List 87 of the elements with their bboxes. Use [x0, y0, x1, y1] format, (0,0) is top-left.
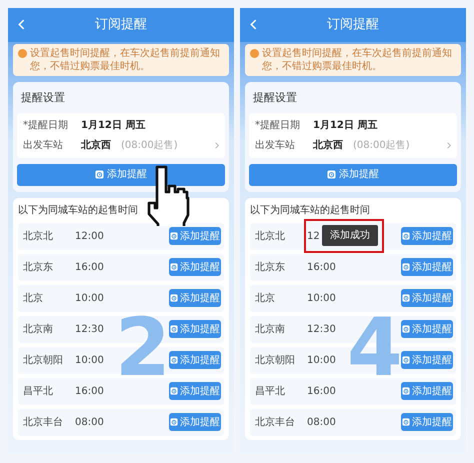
- field-value: 1月12日 周五: [313, 118, 378, 132]
- alarm-icon: [170, 232, 178, 240]
- page-title: 订阅提醒: [95, 16, 147, 34]
- add-reminder-button[interactable]: 添加提醒: [17, 164, 225, 186]
- add-reminder-button[interactable]: 添加提醒: [401, 351, 453, 369]
- alarm-icon: [170, 325, 178, 333]
- back-icon[interactable]: [18, 19, 25, 30]
- step-number: 2: [115, 308, 171, 388]
- station-name: 北京朝阳: [255, 354, 296, 368]
- alarm-icon: [402, 356, 410, 364]
- station-name: 昌平北: [23, 384, 54, 398]
- section-heading: 以下为同城车站的起售时间: [250, 204, 371, 218]
- field-label: 出发车站: [23, 138, 64, 152]
- station-name: 北京北: [23, 230, 54, 244]
- info-icon: [18, 49, 27, 58]
- field-value: 1月12日 周五: [81, 118, 146, 132]
- add-reminder-button[interactable]: 添加提醒: [401, 227, 453, 245]
- add-reminder-button[interactable]: 添加提醒: [401, 320, 453, 338]
- station-name: 北京丰台: [255, 416, 296, 430]
- station-name: 昌平北: [255, 384, 286, 398]
- field-value: 北京西: [313, 138, 343, 152]
- section-heading: 提醒设置: [252, 90, 298, 106]
- field-label: *提醒日期: [255, 118, 301, 132]
- add-reminder-button[interactable]: 添加提醒: [169, 351, 221, 369]
- sale-time: 12:30: [75, 322, 104, 336]
- notice-text: 设置起售时间提醒，在车次起售前提前通知您，不错过购票最佳时机。: [30, 47, 221, 73]
- station-name: 北京: [23, 292, 44, 306]
- station-name: 北京丰台: [23, 416, 64, 430]
- station-name: 北京东: [23, 260, 54, 274]
- success-toast: 添加成功: [322, 225, 378, 246]
- sale-time: 08:00: [75, 416, 104, 430]
- alarm-icon: [170, 387, 178, 395]
- add-reminder-button[interactable]: 添加提醒: [401, 413, 453, 431]
- field-label: *提醒日期: [23, 118, 69, 132]
- field-label: 出发车站: [255, 138, 296, 152]
- station-name: 北京南: [23, 322, 54, 336]
- station-name: 北京南: [255, 322, 286, 336]
- sale-time: 10:00: [75, 292, 104, 306]
- field-hint: (08:00起售): [121, 138, 178, 152]
- step-number: 4: [347, 308, 403, 388]
- sale-time: 12:00: [75, 230, 104, 244]
- alarm-icon: [170, 263, 178, 271]
- alarm-icon: [402, 418, 410, 426]
- alarm-icon: [95, 170, 104, 179]
- alarm-icon: [402, 325, 410, 333]
- add-reminder-button[interactable]: 添加提醒: [169, 413, 221, 431]
- add-reminder-button[interactable]: 添加提醒: [401, 289, 453, 307]
- station-name: 北京: [255, 292, 276, 306]
- sale-time: 08:00: [307, 416, 336, 430]
- add-reminder-button[interactable]: 添加提醒: [249, 164, 457, 186]
- alarm-icon: [170, 418, 178, 426]
- sale-time: 10:00: [307, 354, 336, 368]
- chevron-right-icon[interactable]: [215, 142, 219, 148]
- sale-time: 10:00: [75, 354, 104, 368]
- sale-time: 16:00: [307, 384, 336, 398]
- field-value: 北京西: [81, 138, 111, 152]
- add-reminder-button[interactable]: 添加提醒: [169, 289, 221, 307]
- alarm-icon: [402, 232, 410, 240]
- sale-time: 16:00: [75, 260, 104, 274]
- field-hint: (08:00起售): [353, 138, 410, 152]
- sale-time: 16:00: [307, 260, 336, 274]
- notice-text: 设置起售时间提醒，在车次起售前提前通知您，不错过购票最佳时机。: [262, 47, 453, 73]
- sale-time: 12:30: [307, 322, 336, 336]
- station-name: 北京朝阳: [23, 354, 64, 368]
- alarm-icon: [170, 294, 178, 302]
- station-name: 北京北: [255, 230, 286, 244]
- station-name: 北京东: [255, 260, 286, 274]
- back-icon[interactable]: [250, 19, 257, 30]
- alarm-icon: [170, 356, 178, 364]
- add-reminder-button[interactable]: 添加提醒: [169, 320, 221, 338]
- page-title: 订阅提醒: [327, 16, 379, 34]
- section-heading: 以下为同城车站的起售时间: [18, 204, 139, 218]
- alarm-icon: [402, 294, 410, 302]
- alarm-icon: [402, 387, 410, 395]
- add-reminder-button[interactable]: 添加提醒: [401, 258, 453, 276]
- sale-time: 16:00: [75, 384, 104, 398]
- alarm-icon: [402, 263, 410, 271]
- add-reminder-button[interactable]: 添加提醒: [401, 382, 453, 400]
- alarm-icon: [327, 170, 336, 179]
- info-icon: [250, 49, 259, 58]
- add-reminder-button[interactable]: 添加提醒: [169, 227, 221, 245]
- section-heading: 提醒设置: [20, 90, 66, 106]
- add-reminder-button[interactable]: 添加提醒: [169, 382, 221, 400]
- add-reminder-button[interactable]: 添加提醒: [169, 258, 221, 276]
- sale-time: 10:00: [307, 292, 336, 306]
- chevron-right-icon[interactable]: [447, 142, 451, 148]
- sale-time: 12: [307, 230, 320, 244]
